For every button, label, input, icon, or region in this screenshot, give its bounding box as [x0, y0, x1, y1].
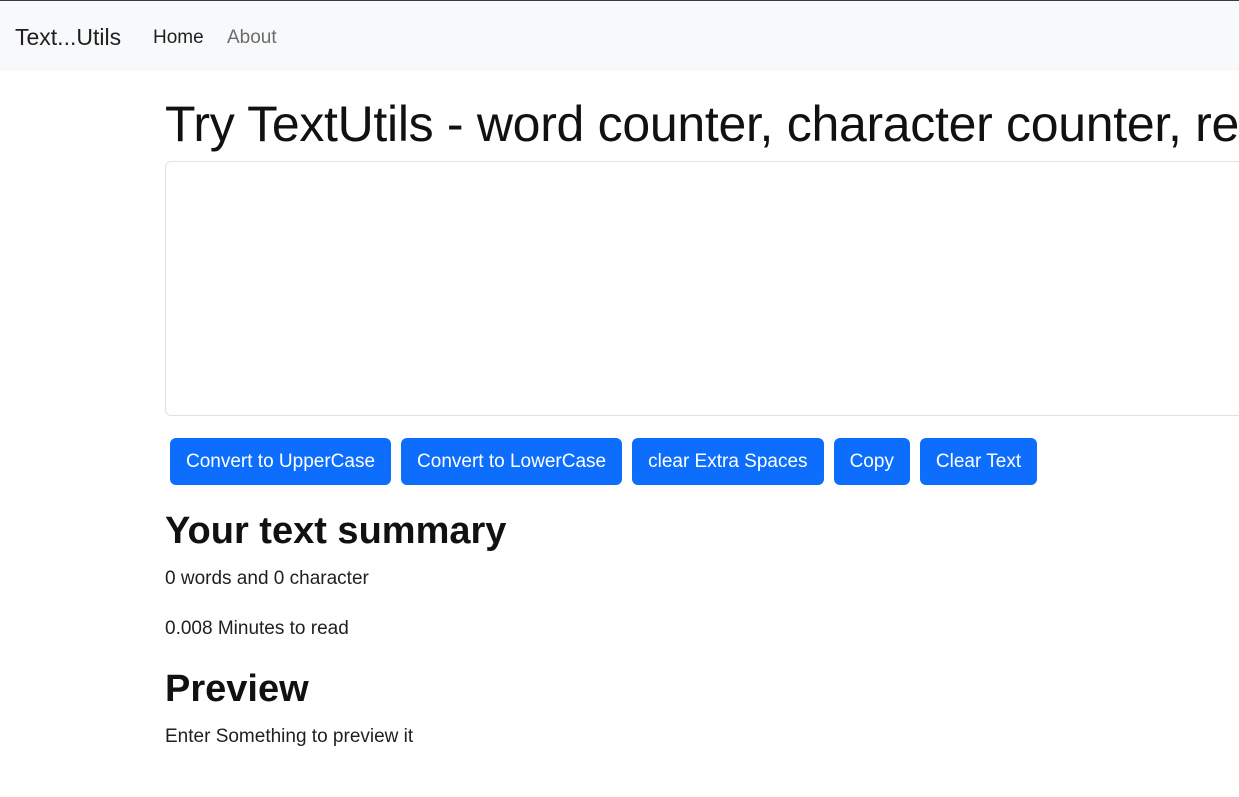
nav-link-home[interactable]: Home	[153, 26, 204, 50]
summary-heading: Your text summary	[165, 510, 507, 552]
uppercase-button[interactable]: Convert to UpperCase	[170, 438, 392, 485]
clear-extra-spaces-button[interactable]: clear Extra Spaces	[632, 438, 824, 485]
action-button-group: Convert to UpperCase Convert to LowerCase…	[170, 438, 1047, 485]
word-count-text: 0 words and 0 character	[165, 568, 369, 589]
navbar: Text...Utils Home About	[0, 1, 1239, 71]
preview-text: Enter Something to preview it	[165, 726, 414, 747]
page-title: Try TextUtils - word counter, character …	[165, 96, 1239, 152]
text-input-area[interactable]	[165, 161, 1239, 416]
copy-button[interactable]: Copy	[833, 438, 910, 485]
nav-link-about[interactable]: About	[227, 26, 277, 50]
read-time-text: 0.008 Minutes to read	[165, 618, 349, 639]
lowercase-button[interactable]: Convert to LowerCase	[401, 438, 623, 485]
clear-text-button[interactable]: Clear Text	[919, 438, 1038, 485]
preview-heading: Preview	[165, 668, 309, 710]
main-container: Try TextUtils - word counter, character …	[165, 71, 1239, 797]
brand-logo[interactable]: Text...Utils	[15, 23, 121, 51]
